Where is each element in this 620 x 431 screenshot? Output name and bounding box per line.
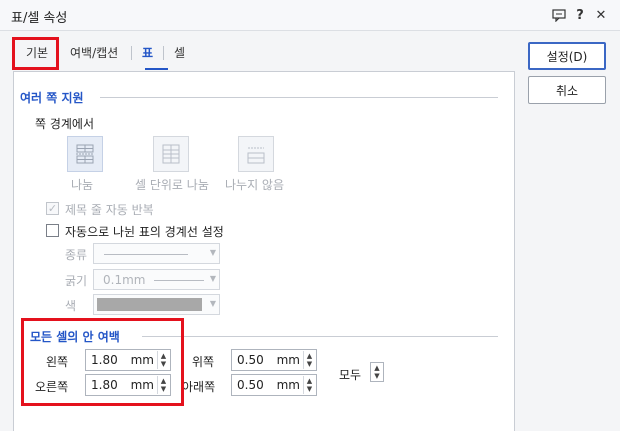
line-width-value: 0.1mm	[103, 273, 146, 287]
line-color-combo[interactable]: ▼	[93, 294, 220, 315]
window-title: 표/셀 속성	[11, 11, 68, 26]
page-boundary-label: 쪽 경계에서	[35, 117, 95, 131]
active-tab-indicator	[145, 68, 168, 70]
section-divider	[100, 97, 498, 98]
help-icon[interactable]: ?	[570, 5, 590, 25]
ok-button[interactable]: 설정(D)	[528, 42, 606, 70]
tab-separator	[163, 46, 164, 60]
repeat-title-label: 제목 줄 자동 반복	[65, 203, 154, 217]
top-margin-spin[interactable]: 0.50 mm ▲ ▼	[231, 349, 317, 371]
all-margin-spin[interactable]: ▲ ▼	[370, 362, 384, 382]
line-preview	[104, 254, 188, 255]
section-divider	[142, 336, 498, 337]
tab-table[interactable]: 표	[142, 44, 153, 61]
color-swatch	[97, 298, 202, 311]
bottom-margin-value: 0.50	[237, 378, 264, 392]
line-color-label: 색	[65, 299, 77, 313]
auto-border-label: 자동으로 나뉜 표의 경계선 설정	[65, 225, 224, 239]
left-margin-label: 왼쪽	[46, 355, 69, 369]
left-margin-unit: mm	[130, 353, 154, 367]
no-split-icon[interactable]	[238, 136, 274, 172]
table-tab-panel: 여러 쪽 지원 쪽 경계에서 나눔 셀 단위로 나눔 나누지 않음 ✓ 제목 줄…	[13, 71, 515, 431]
chevron-down-icon: ▼	[209, 299, 216, 308]
spin-arrows-icon[interactable]: ▲ ▼	[157, 351, 169, 369]
right-margin-spin[interactable]: 1.80 mm ▲ ▼	[85, 374, 171, 396]
repeat-title-checkbox[interactable]: ✓	[46, 202, 59, 215]
comment-icon[interactable]	[549, 5, 569, 25]
split-option-label: 나눔	[71, 178, 94, 192]
split-table-icon[interactable]	[67, 136, 103, 172]
bottom-margin-label: 아래쪽	[182, 380, 216, 394]
split-by-cell-label: 셀 단위로 나눔	[135, 178, 209, 192]
top-margin-unit: mm	[276, 353, 300, 367]
tab-separator	[131, 46, 132, 60]
spin-arrows-icon[interactable]: ▲ ▼	[303, 351, 315, 369]
spin-arrows-icon[interactable]: ▲ ▼	[303, 376, 315, 394]
right-margin-unit: mm	[130, 378, 154, 392]
tab-cell[interactable]: 셀	[174, 44, 185, 61]
line-preview	[154, 280, 204, 281]
chevron-down-icon: ▼	[209, 274, 216, 283]
top-margin-label: 위쪽	[192, 355, 215, 369]
no-split-label: 나누지 않음	[225, 178, 285, 192]
right-margin-value: 1.80	[91, 378, 118, 392]
left-margin-spin[interactable]: 1.80 mm ▲ ▼	[85, 349, 171, 371]
bottom-margin-spin[interactable]: 0.50 mm ▲ ▼	[231, 374, 317, 396]
line-type-label: 종류	[65, 248, 88, 262]
left-margin-value: 1.80	[91, 353, 118, 367]
chevron-down-icon: ▼	[209, 248, 216, 257]
top-margin-value: 0.50	[237, 353, 264, 367]
split-by-cell-icon[interactable]	[153, 136, 189, 172]
title-bar: 표/셀 속성 ? ✕	[0, 0, 620, 31]
tab-basic[interactable]: 기본	[26, 44, 48, 61]
cell-margin-section-title: 모든 셀의 안 여백	[30, 330, 120, 344]
bottom-margin-unit: mm	[276, 378, 300, 392]
cancel-button[interactable]: 취소	[528, 76, 606, 104]
spin-arrows-icon[interactable]: ▲ ▼	[157, 376, 169, 394]
close-icon[interactable]: ✕	[591, 5, 611, 25]
line-width-combo[interactable]: 0.1mm ▼	[93, 269, 220, 290]
line-width-label: 굵기	[65, 274, 88, 288]
tab-margin-caption[interactable]: 여백/캡션	[70, 44, 118, 61]
multi-page-section-title: 여러 쪽 지원	[20, 91, 84, 105]
all-margin-label: 모두	[339, 368, 362, 382]
line-type-combo[interactable]: ▼	[93, 243, 220, 264]
right-margin-label: 오른쪽	[35, 380, 69, 394]
auto-border-checkbox[interactable]	[46, 224, 59, 237]
